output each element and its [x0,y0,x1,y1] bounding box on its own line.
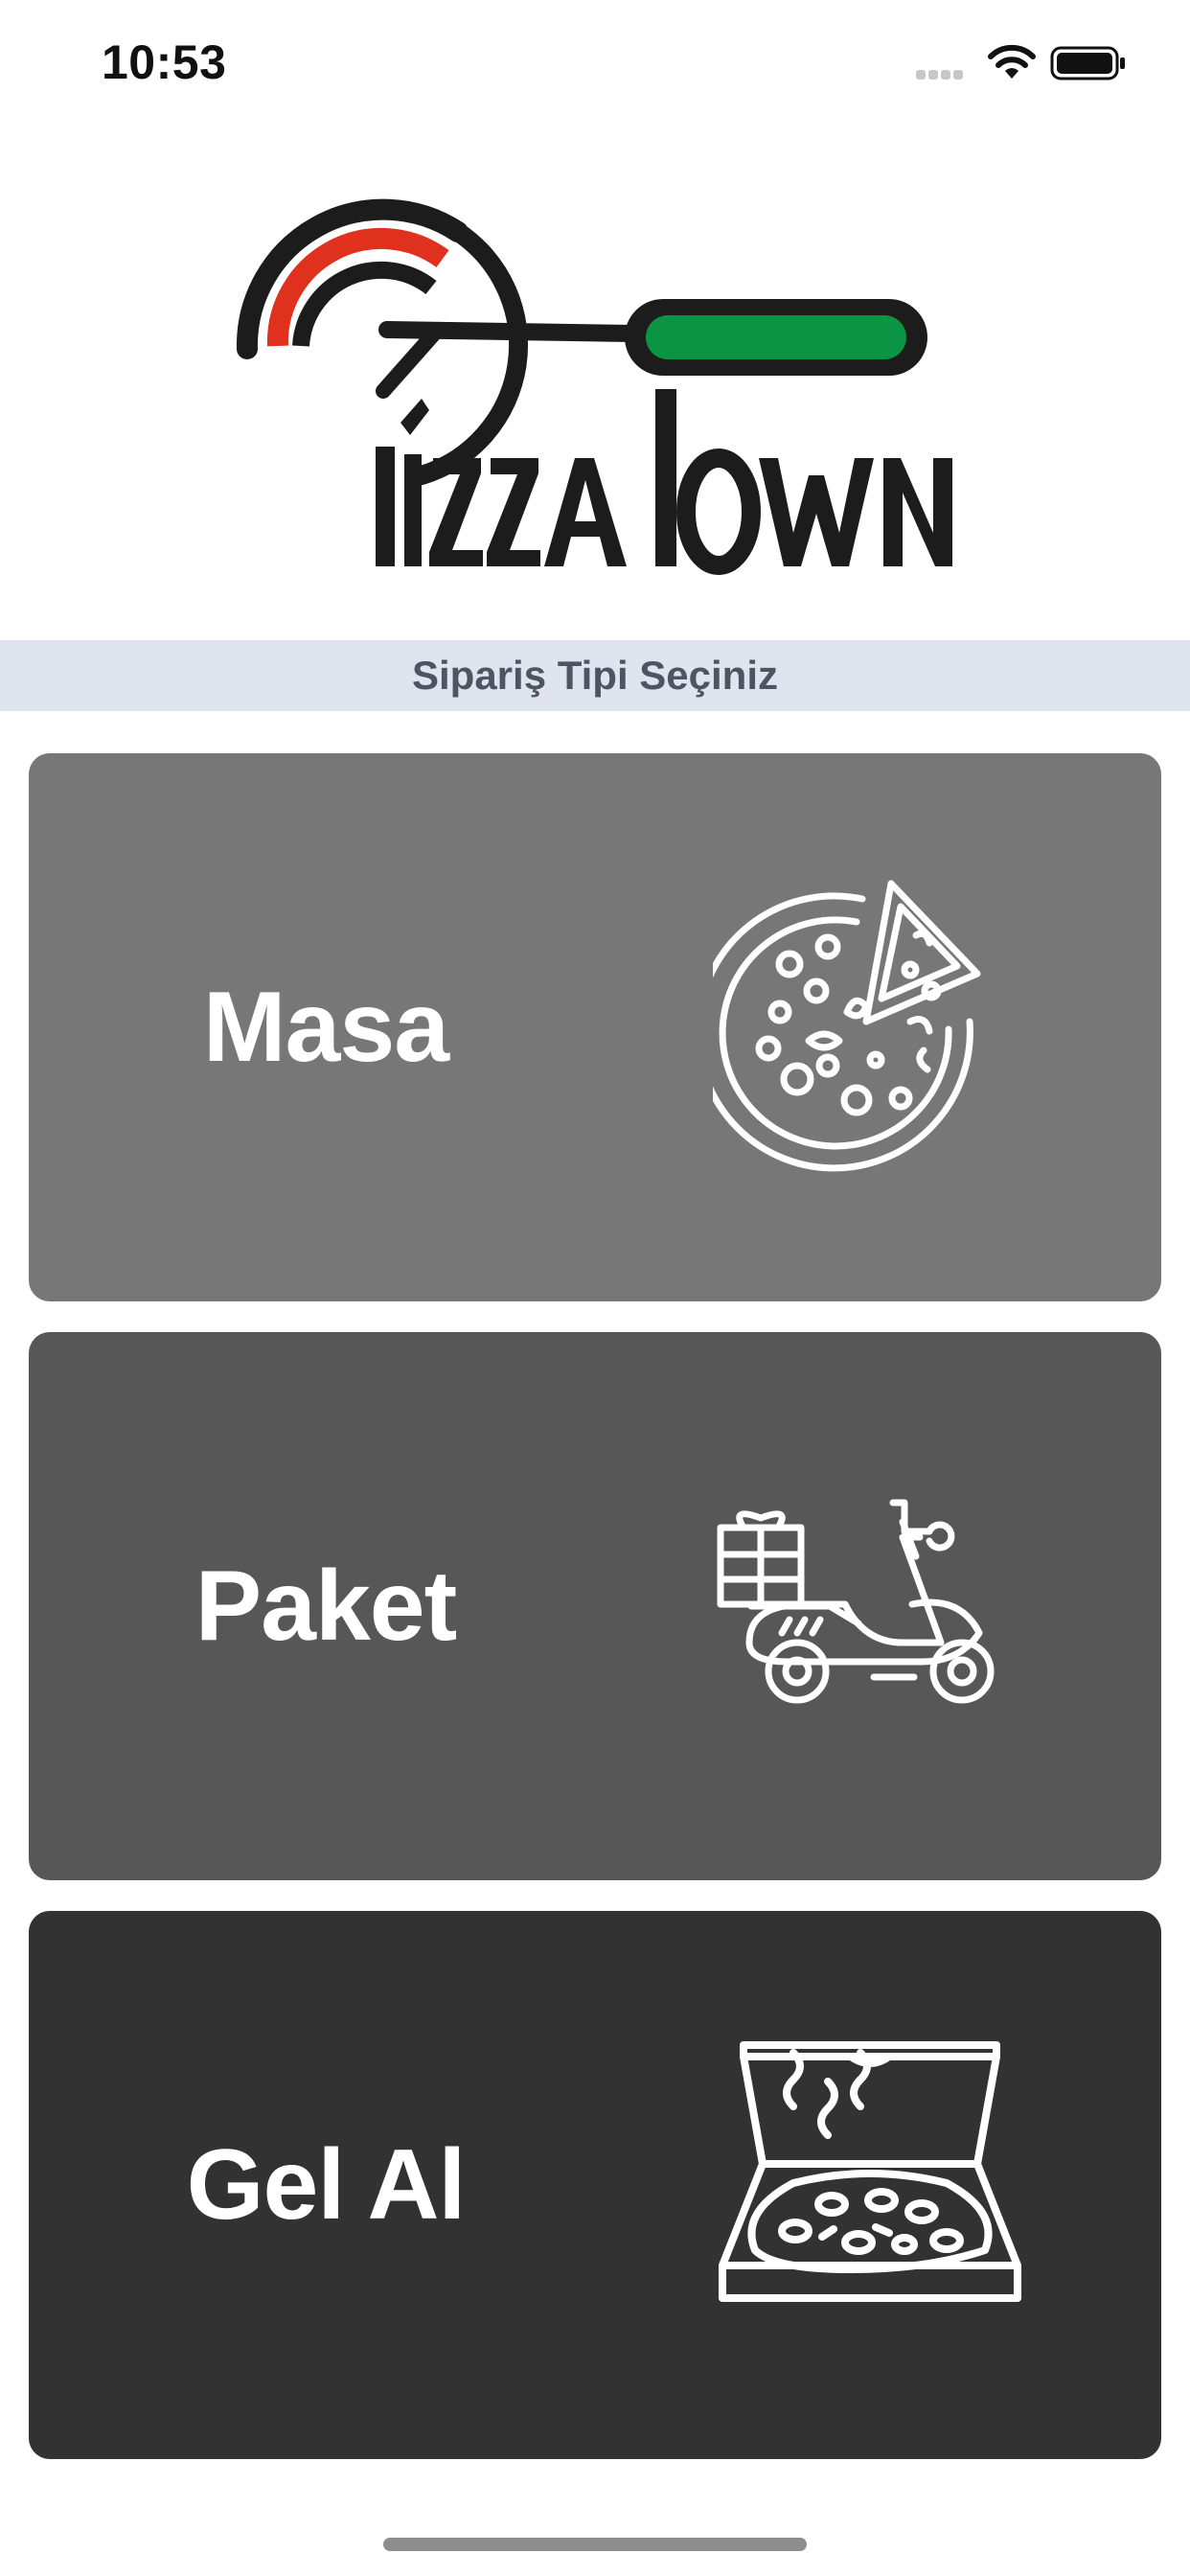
scooter-delivery-icon [717,1499,995,1704]
order-type-title: Sipariş Tipi Seçiniz [411,653,779,698]
order-type-masa-label: Masa [202,971,449,1083]
battery-icon [1050,46,1125,80]
pizza-box-icon [719,2041,1021,2302]
pizzatown-logo [236,198,952,575]
order-type-header: Sipariş Tipi Seçiniz [0,640,1190,711]
wifi-icon [988,44,1036,79]
order-type-masa-button[interactable]: Masa [29,753,1161,1301]
order-type-paket-button[interactable]: Paket [29,1332,1161,1880]
home-indicator[interactable] [383,2538,807,2551]
order-type-gel-al-button[interactable]: Gel Al [29,1911,1161,2459]
status-bar: 10:53 [0,0,1190,126]
status-time: 10:53 [102,35,227,89]
pizza-icon [713,880,981,1172]
order-type-gel-al-label: Gel Al [186,2128,467,2241]
order-type-paket-label: Paket [195,1550,458,1662]
cellular-signal-icon [916,67,966,84]
